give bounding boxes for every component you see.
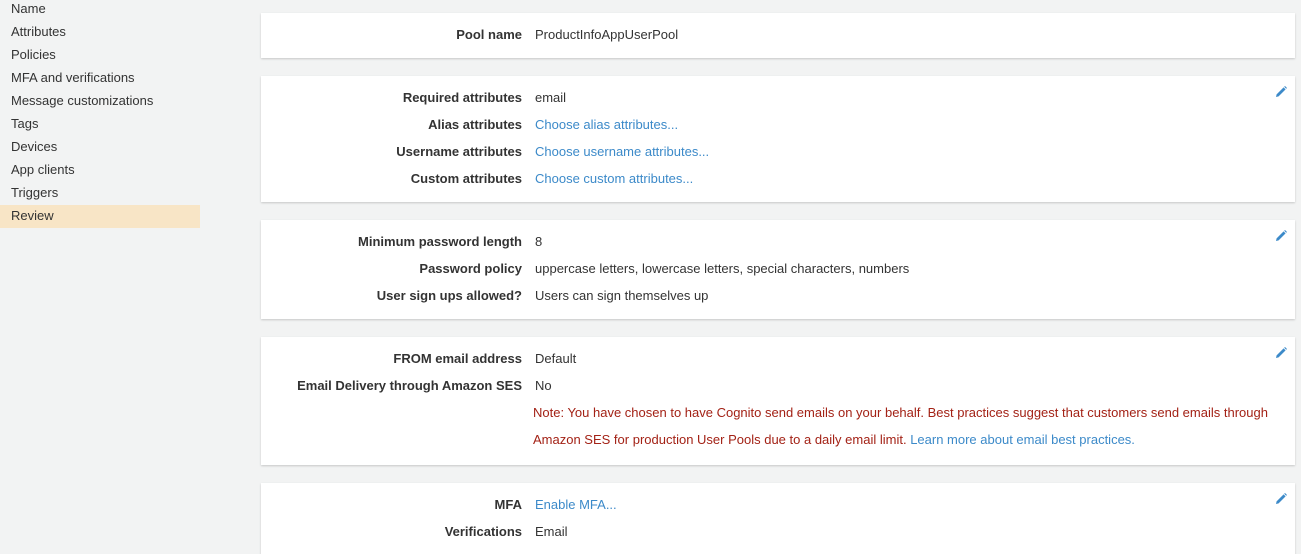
email-best-practices-link[interactable]: Learn more about email best practices. [910, 432, 1135, 447]
attributes-card: Required attributes email Alias attribut… [261, 76, 1295, 202]
min-password-length-value: 8 [535, 234, 543, 249]
alias-attributes-row: Alias attributes Choose alias attributes… [261, 111, 1295, 138]
pool-name-row: Pool name ProductInfoAppUserPool [261, 21, 1295, 48]
pool-name-value: ProductInfoAppUserPool [535, 27, 679, 42]
email-note-line-1: Note: You have chosen to have Cognito se… [533, 399, 1273, 426]
mfa-row: MFA Enable MFA... [261, 491, 1295, 518]
choose-alias-attributes-link[interactable]: Choose alias attributes... [535, 111, 678, 138]
required-attributes-label: Required attributes [402, 90, 522, 105]
verifications-label: Verifications [444, 524, 522, 539]
sidebar-item-devices[interactable]: Devices [0, 136, 200, 159]
user-sign-ups-label: User sign ups allowed? [376, 288, 522, 303]
mfa-card: MFA Enable MFA... Verifications Email [261, 483, 1295, 554]
choose-username-attributes-link[interactable]: Choose username attributes... [535, 138, 709, 165]
min-password-length-label: Minimum password length [358, 234, 522, 249]
pool-name-label: Pool name [456, 27, 522, 42]
sidebar-item-app-clients[interactable]: App clients [0, 159, 200, 182]
ses-delivery-row: Email Delivery through Amazon SES No [261, 372, 1295, 399]
min-password-length-row: Minimum password length 8 [261, 228, 1295, 255]
verifications-value: Email [535, 524, 568, 539]
ses-delivery-value: No [535, 378, 552, 393]
sidebar-item-attributes[interactable]: Attributes [0, 21, 200, 44]
enable-mfa-link[interactable]: Enable MFA... [535, 491, 617, 518]
page-root: Name Attributes Policies MFA and verific… [0, 0, 1301, 554]
password-policy-value: uppercase letters, lowercase letters, sp… [535, 261, 910, 276]
sidebar-item-mfa-and-verifications[interactable]: MFA and verifications [0, 67, 200, 90]
from-email-row: FROM email address Default [261, 345, 1295, 372]
policies-card: Minimum password length 8 Password polic… [261, 220, 1295, 319]
mfa-label: MFA [494, 497, 522, 512]
username-attributes-label: Username attributes [396, 144, 522, 159]
required-attributes-row: Required attributes email [261, 84, 1295, 111]
sidebar-item-review[interactable]: Review [0, 205, 200, 228]
sidebar-item-tags[interactable]: Tags [0, 113, 200, 136]
email-note-text-1: Note: You have chosen to have Cognito se… [533, 405, 1268, 420]
username-attributes-row: Username attributes Choose username attr… [261, 138, 1295, 165]
sidebar-item-policies[interactable]: Policies [0, 44, 200, 67]
password-policy-label: Password policy [419, 261, 522, 276]
custom-attributes-label: Custom attributes [410, 171, 522, 186]
choose-custom-attributes-link[interactable]: Choose custom attributes... [535, 165, 693, 192]
from-email-label: FROM email address [393, 351, 522, 366]
sidebar-item-triggers[interactable]: Triggers [0, 182, 200, 205]
custom-attributes-row: Custom attributes Choose custom attribut… [261, 165, 1295, 192]
sidebar-item-message-customizations[interactable]: Message customizations [0, 90, 200, 113]
pool-name-card: Pool name ProductInfoAppUserPool [261, 13, 1295, 58]
alias-attributes-label: Alias attributes [428, 117, 522, 132]
email-note-line-2: Amazon SES for production User Pools due… [533, 426, 1273, 453]
user-sign-ups-row: User sign ups allowed? Users can sign th… [261, 282, 1295, 309]
sidebar-nav: Name Attributes Policies MFA and verific… [0, 0, 200, 554]
email-card: FROM email address Default Email Deliver… [261, 337, 1295, 465]
ses-delivery-label: Email Delivery through Amazon SES [297, 378, 522, 393]
from-email-value: Default [535, 351, 577, 366]
verifications-row: Verifications Email [261, 518, 1295, 545]
password-policy-row: Password policy uppercase letters, lower… [261, 255, 1295, 282]
email-note-text-2: Amazon SES for production User Pools due… [533, 432, 907, 447]
required-attributes-value: email [535, 90, 567, 105]
sidebar-item-name[interactable]: Name [0, 0, 200, 21]
user-sign-ups-value: Users can sign themselves up [535, 288, 709, 303]
